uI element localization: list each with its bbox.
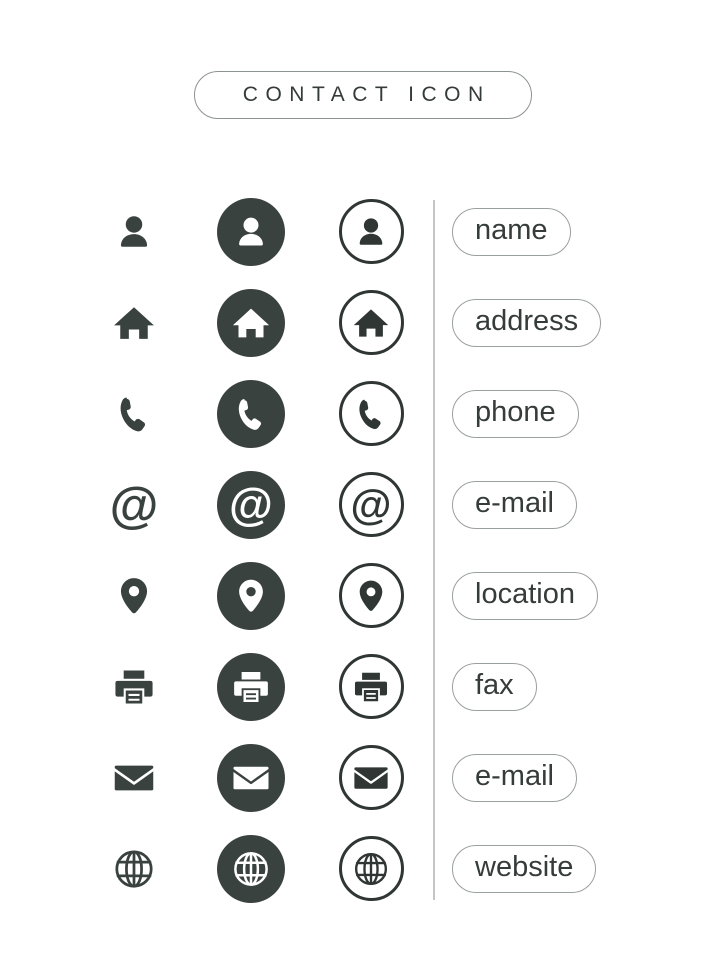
- page-title: CONTACT ICON: [242, 83, 491, 106]
- label-pill-email-at[interactable]: e-mail: [452, 480, 577, 529]
- envelope-icon-outline-circle[interactable]: [338, 745, 404, 810]
- printer-icon-outline-circle[interactable]: [338, 654, 404, 719]
- globe-icon-outline-circle[interactable]: [338, 836, 404, 901]
- label-text: website: [475, 851, 574, 883]
- label-cell[interactable]: address: [452, 277, 692, 368]
- label-cell[interactable]: fax: [452, 641, 692, 732]
- label-cell[interactable]: name: [452, 186, 692, 277]
- printer-icon-filled-circle[interactable]: [217, 652, 285, 721]
- at-icon[interactable]: @: [109, 476, 159, 533]
- printer-icon-outline-cell[interactable]: [337, 641, 405, 732]
- table-row: location: [0, 550, 726, 641]
- person-icon-filled-cell[interactable]: [217, 186, 285, 277]
- globe-icon-outline-cell[interactable]: [337, 823, 405, 914]
- table-row: name: [0, 186, 726, 277]
- at-icon-outline-cell[interactable]: @: [337, 459, 405, 550]
- printer-icon-plain-cell[interactable]: [100, 641, 168, 732]
- label-pill-address[interactable]: address: [452, 298, 602, 347]
- label-text: phone: [475, 396, 556, 428]
- label-cell[interactable]: e-mail: [452, 732, 692, 823]
- table-row: phone: [0, 368, 726, 459]
- person-icon[interactable]: [110, 208, 158, 256]
- location-icon[interactable]: [110, 572, 158, 620]
- at-glyph: @: [109, 476, 159, 533]
- envelope-icon-plain-cell[interactable]: [100, 732, 168, 823]
- label-pill-phone[interactable]: phone: [452, 389, 579, 438]
- icon-grid: name address phone @ @ @ e-mail location…: [0, 186, 726, 914]
- location-icon-filled-cell[interactable]: [217, 550, 285, 641]
- label-pill-name[interactable]: name: [452, 207, 571, 256]
- at-icon-outline-circle[interactable]: @: [338, 472, 404, 537]
- location-icon-filled-circle[interactable]: [217, 561, 285, 630]
- location-icon-outline-cell[interactable]: [337, 550, 405, 641]
- label-cell[interactable]: phone: [452, 368, 692, 459]
- phone-icon-outline-circle[interactable]: [338, 381, 404, 446]
- at-icon-filled-cell[interactable]: @: [217, 459, 285, 550]
- person-icon-outline-cell[interactable]: [337, 186, 405, 277]
- location-icon-plain-cell[interactable]: [100, 550, 168, 641]
- envelope-icon-outline-cell[interactable]: [337, 732, 405, 823]
- page-header: CONTACT ICON: [0, 71, 726, 119]
- envelope-icon-filled-cell[interactable]: [217, 732, 285, 823]
- home-icon-plain-cell[interactable]: [100, 277, 168, 368]
- label-pill-location[interactable]: location: [452, 571, 598, 620]
- phone-icon-plain-cell[interactable]: [100, 368, 168, 459]
- at-glyph: @: [229, 479, 273, 530]
- label-text: e-mail: [475, 760, 554, 792]
- home-icon-outline-circle[interactable]: [338, 290, 404, 355]
- printer-icon-filled-cell[interactable]: [217, 641, 285, 732]
- person-icon-plain-cell[interactable]: [100, 186, 168, 277]
- home-icon-outline-cell[interactable]: [337, 277, 405, 368]
- table-row: address: [0, 277, 726, 368]
- phone-icon-filled-cell[interactable]: [217, 368, 285, 459]
- phone-icon-filled-circle[interactable]: [217, 379, 285, 448]
- table-row: e-mail: [0, 732, 726, 823]
- home-icon[interactable]: [110, 299, 158, 347]
- envelope-icon-filled-circle[interactable]: [217, 743, 285, 812]
- home-icon-filled-cell[interactable]: [217, 277, 285, 368]
- home-icon-filled-circle[interactable]: [217, 288, 285, 357]
- globe-icon-plain-cell[interactable]: [100, 823, 168, 914]
- globe-icon-filled-circle[interactable]: [217, 834, 285, 903]
- label-cell[interactable]: website: [452, 823, 692, 914]
- location-icon-outline-circle[interactable]: [338, 563, 404, 628]
- label-text: address: [475, 305, 579, 337]
- globe-icon[interactable]: [110, 845, 158, 893]
- label-text: fax: [475, 669, 514, 701]
- label-cell[interactable]: e-mail: [452, 459, 692, 550]
- printer-icon[interactable]: [110, 663, 158, 711]
- label-text: e-mail: [475, 487, 554, 519]
- at-icon-filled-circle[interactable]: @: [217, 470, 285, 539]
- label-pill-website[interactable]: website: [452, 844, 597, 893]
- phone-icon-outline-cell[interactable]: [337, 368, 405, 459]
- table-row: website: [0, 823, 726, 914]
- label-pill-email-envelope[interactable]: e-mail: [452, 753, 577, 802]
- envelope-icon[interactable]: [110, 754, 158, 802]
- title-pill: CONTACT ICON: [194, 71, 532, 119]
- label-pill-fax[interactable]: fax: [452, 662, 537, 711]
- person-icon-filled-circle[interactable]: [217, 197, 285, 266]
- table-row: fax: [0, 641, 726, 732]
- at-icon-plain-cell[interactable]: @: [100, 459, 168, 550]
- globe-icon-filled-cell[interactable]: [217, 823, 285, 914]
- person-icon-outline-circle[interactable]: [338, 199, 404, 264]
- at-glyph: @: [350, 480, 392, 528]
- table-row: @ @ @ e-mail: [0, 459, 726, 550]
- phone-icon[interactable]: [110, 390, 158, 438]
- label-text: name: [475, 214, 548, 246]
- label-text: location: [475, 578, 575, 610]
- label-cell[interactable]: location: [452, 550, 692, 641]
